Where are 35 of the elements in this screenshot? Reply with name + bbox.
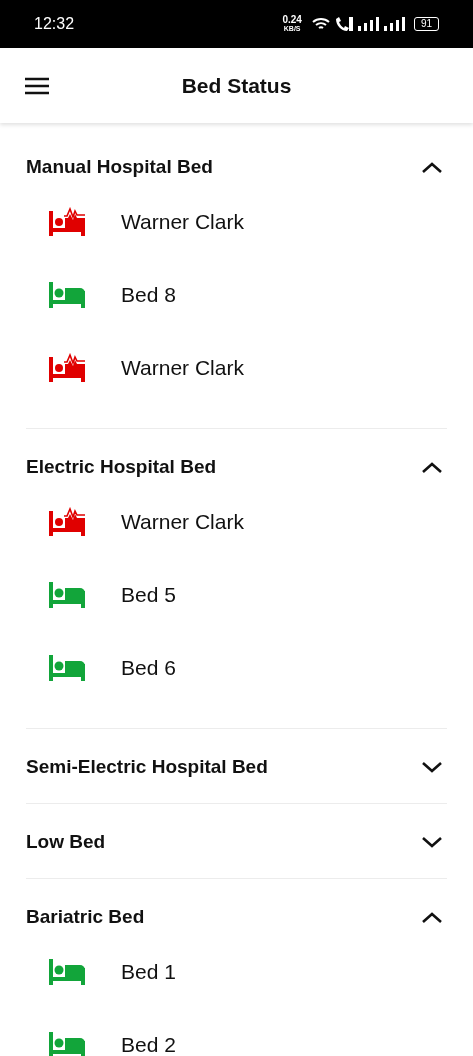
bed-name: Bed 5 <box>121 582 176 607</box>
bed-name: Bed 8 <box>121 282 176 307</box>
network-speed: 0.24 <box>282 15 302 24</box>
section-title: Manual Hospital Bed <box>26 156 213 178</box>
bed-item[interactable]: Bed 6 <box>26 631 447 704</box>
bed-item[interactable]: Bed 8 <box>26 258 447 331</box>
bed-name: Warner Clark <box>121 509 244 534</box>
section-title: Bariatric Bed <box>26 906 145 928</box>
section-title: Semi-Electric Hospital Bed <box>26 756 268 778</box>
section-header[interactable]: Electric Hospital Bed <box>26 449 447 485</box>
bed-item[interactable]: Bed 1 <box>26 935 447 1008</box>
signal-icon <box>383 17 406 31</box>
bed-name: Bed 6 <box>121 655 176 680</box>
bed-name: Bed 2 <box>121 1032 176 1056</box>
bed-item[interactable]: Warner Clark <box>26 485 447 558</box>
bed-item[interactable]: Bed 2 <box>26 1008 447 1056</box>
wifi-icon <box>311 17 330 31</box>
battery-level: 91 <box>413 17 439 31</box>
bed-item[interactable]: Warner Clark <box>26 331 447 404</box>
section-title: Low Bed <box>26 831 106 853</box>
section-header[interactable]: Manual Hospital Bed <box>26 149 447 185</box>
bed-item[interactable]: Bed 5 <box>26 558 447 631</box>
section-title: Electric Hospital Bed <box>26 456 217 478</box>
bed-item[interactable]: Warner Clark <box>26 185 447 258</box>
signal-icon <box>357 17 380 31</box>
section-header[interactable]: Bariatric Bed <box>26 899 447 935</box>
clock-time: 12:32 <box>34 15 76 33</box>
call-icon <box>333 16 354 32</box>
section-header[interactable]: Semi-Electric Hospital Bed <box>26 749 447 785</box>
bed-name: Bed 1 <box>121 959 176 984</box>
section-header[interactable]: Low Bed <box>26 824 447 860</box>
page-title: Bed Status <box>181 73 292 98</box>
menu-button[interactable] <box>24 75 50 96</box>
bed-name: Warner Clark <box>121 355 244 380</box>
bed-name: Warner Clark <box>121 209 244 234</box>
